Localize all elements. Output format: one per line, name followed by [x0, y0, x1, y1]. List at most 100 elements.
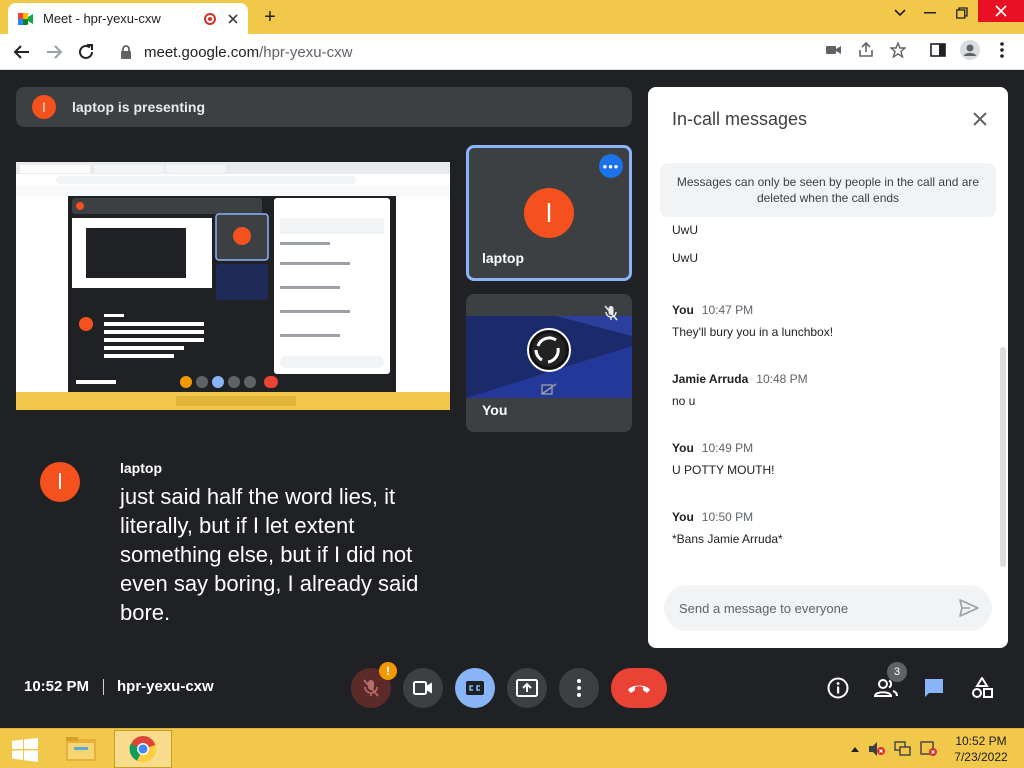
side-panel-icon[interactable] — [928, 40, 948, 60]
chat-message: You 10:47 PM They'll bury you in a lunchb… — [672, 301, 833, 339]
chat-message: UwU — [672, 225, 698, 237]
restore-icon[interactable] — [948, 2, 976, 24]
activities-icon — [972, 677, 993, 698]
participant-name: laptop — [482, 250, 524, 266]
microphone-toggle-button[interactable]: ! — [351, 662, 397, 708]
folder-icon — [66, 737, 96, 761]
captions-toggle-button[interactable] — [455, 668, 495, 708]
presenting-banner-text: laptop is presenting — [72, 99, 206, 115]
action-center-icon[interactable] — [920, 741, 938, 757]
close-panel-icon[interactable] — [970, 109, 990, 129]
chat-message-header: You 10:50 PM — [672, 508, 783, 526]
taskbar-time: 10:52 PM — [955, 734, 1007, 748]
chrome-taskbar-button[interactable] — [114, 730, 172, 768]
address-bar[interactable]: meet.google.com/hpr-yexu-cxw — [110, 38, 928, 66]
tab-search-icon[interactable] — [886, 2, 914, 24]
meeting-details-button[interactable] — [826, 676, 850, 700]
caption-text: just said half the word lies, it literal… — [120, 484, 419, 625]
chat-sender: Jamie Arruda — [672, 372, 749, 386]
minimize-icon[interactable] — [916, 2, 944, 24]
send-icon[interactable] — [958, 598, 980, 618]
info-icon — [827, 677, 849, 699]
chat-scrollbar[interactable] — [1000, 347, 1006, 567]
chat-time: 10:50 PM — [701, 510, 754, 524]
chat-message-body: UwU — [672, 225, 698, 237]
activities-button[interactable] — [970, 676, 994, 700]
browser-tab[interactable]: Meet - hpr-yexu-cxw — [8, 3, 248, 34]
chat-message-header: Jamie Arruda 10:48 PM — [672, 370, 808, 388]
chat-message-header: You 10:49 PM — [672, 439, 774, 457]
presenting-banner: l laptop is presenting — [16, 87, 632, 127]
presenter-avatar: l — [32, 95, 56, 119]
shared-screen-image — [16, 162, 450, 410]
chrome-menu-icon[interactable] — [992, 40, 1012, 60]
browser-toolbar: meet.google.com/hpr-yexu-cxw — [0, 34, 1024, 70]
meet-stage: l laptop is presenting l ••• laptop You … — [0, 70, 1024, 728]
browser-tab-bar: Meet - hpr-yexu-cxw + — [0, 0, 1024, 34]
tab-title: Meet - hpr-yexu-cxw — [43, 11, 161, 26]
more-options-button[interactable] — [559, 668, 599, 708]
more-vert-icon — [577, 679, 581, 697]
present-screen-icon — [516, 679, 538, 697]
participant-tile-laptop[interactable]: l ••• laptop — [466, 145, 632, 281]
chat-message-list[interactable]: UwU UwU You 10:47 PM They'll bury you in … — [648, 225, 1008, 577]
tab-close-icon[interactable] — [228, 13, 238, 24]
camera-toggle-button[interactable] — [403, 668, 443, 708]
profile-avatar-icon[interactable] — [960, 40, 980, 60]
chat-message: You 10:49 PM U POTTY MOUTH! — [672, 439, 774, 477]
mic-off-icon — [363, 679, 379, 697]
caption-speaker-name: laptop — [120, 460, 162, 476]
mic-warning-badge: ! — [379, 662, 397, 680]
camera-in-use-icon[interactable] — [824, 40, 844, 60]
divider — [103, 679, 104, 695]
people-button[interactable]: 3 — [874, 662, 907, 700]
google-meet-icon — [18, 12, 34, 26]
recording-icon — [204, 12, 216, 25]
lock-icon[interactable] — [120, 45, 132, 59]
more-options-button[interactable]: ••• — [599, 154, 623, 178]
show-hidden-icons-icon[interactable] — [850, 745, 860, 753]
present-now-button[interactable] — [507, 668, 547, 708]
back-icon[interactable] — [10, 40, 34, 64]
speaker-muted-icon[interactable] — [868, 741, 886, 757]
reload-icon[interactable] — [74, 40, 98, 64]
chat-sender: You — [672, 510, 694, 524]
chat-time: 10:48 PM — [756, 372, 808, 386]
windows-logo-icon — [12, 738, 38, 762]
network-icon[interactable] — [894, 741, 912, 757]
meeting-clock: 10:52 PM — [24, 678, 90, 695]
chat-icon — [925, 679, 943, 697]
chat-message-input[interactable] — [679, 600, 939, 616]
closed-captions-icon — [466, 681, 484, 695]
url-host: meet.google.com — [144, 43, 260, 61]
mic-off-icon — [602, 304, 620, 322]
chat-message: Jamie Arruda 10:48 PM no u — [672, 370, 808, 408]
windows-taskbar: 10:52 PM 7/23/2022 — [0, 728, 1024, 768]
participant-name: You — [482, 402, 508, 418]
chat-message-body: U POTTY MOUTH! — [672, 463, 775, 477]
chat-message-body: They'll bury you in a lunchbox! — [672, 325, 834, 339]
chat-input-box[interactable] — [664, 585, 992, 631]
chat-sender: You — [672, 441, 694, 455]
share-icon[interactable] — [856, 40, 876, 60]
url-path: /hpr-yexu-cxw — [259, 43, 353, 61]
chat-message-header: You 10:47 PM — [672, 301, 833, 319]
chat-notice: Messages can only be seen by people in t… — [660, 163, 996, 217]
window-close-icon[interactable] — [978, 0, 1024, 22]
file-explorer-taskbar-button[interactable] — [56, 731, 106, 767]
taskbar-clock[interactable]: 10:52 PM 7/23/2022 — [946, 733, 1016, 765]
chat-button[interactable] — [922, 676, 946, 700]
forward-icon[interactable] — [42, 40, 66, 64]
chat-sender: You — [672, 303, 694, 317]
chat-message-body: UwU — [672, 251, 698, 265]
leave-call-button[interactable] — [611, 668, 667, 708]
participant-tile-you[interactable]: You — [466, 294, 632, 432]
bookmark-star-icon[interactable] — [888, 40, 908, 60]
start-button[interactable] — [10, 737, 40, 763]
chat-time: 10:49 PM — [701, 441, 754, 455]
new-tab-button[interactable]: + — [258, 5, 282, 29]
camera-icon — [413, 681, 432, 695]
url-text: meet.google.com/hpr-yexu-cxw — [144, 44, 352, 61]
taskbar-date: 7/23/2022 — [954, 750, 1008, 764]
chat-message-body: no u — [672, 394, 696, 408]
